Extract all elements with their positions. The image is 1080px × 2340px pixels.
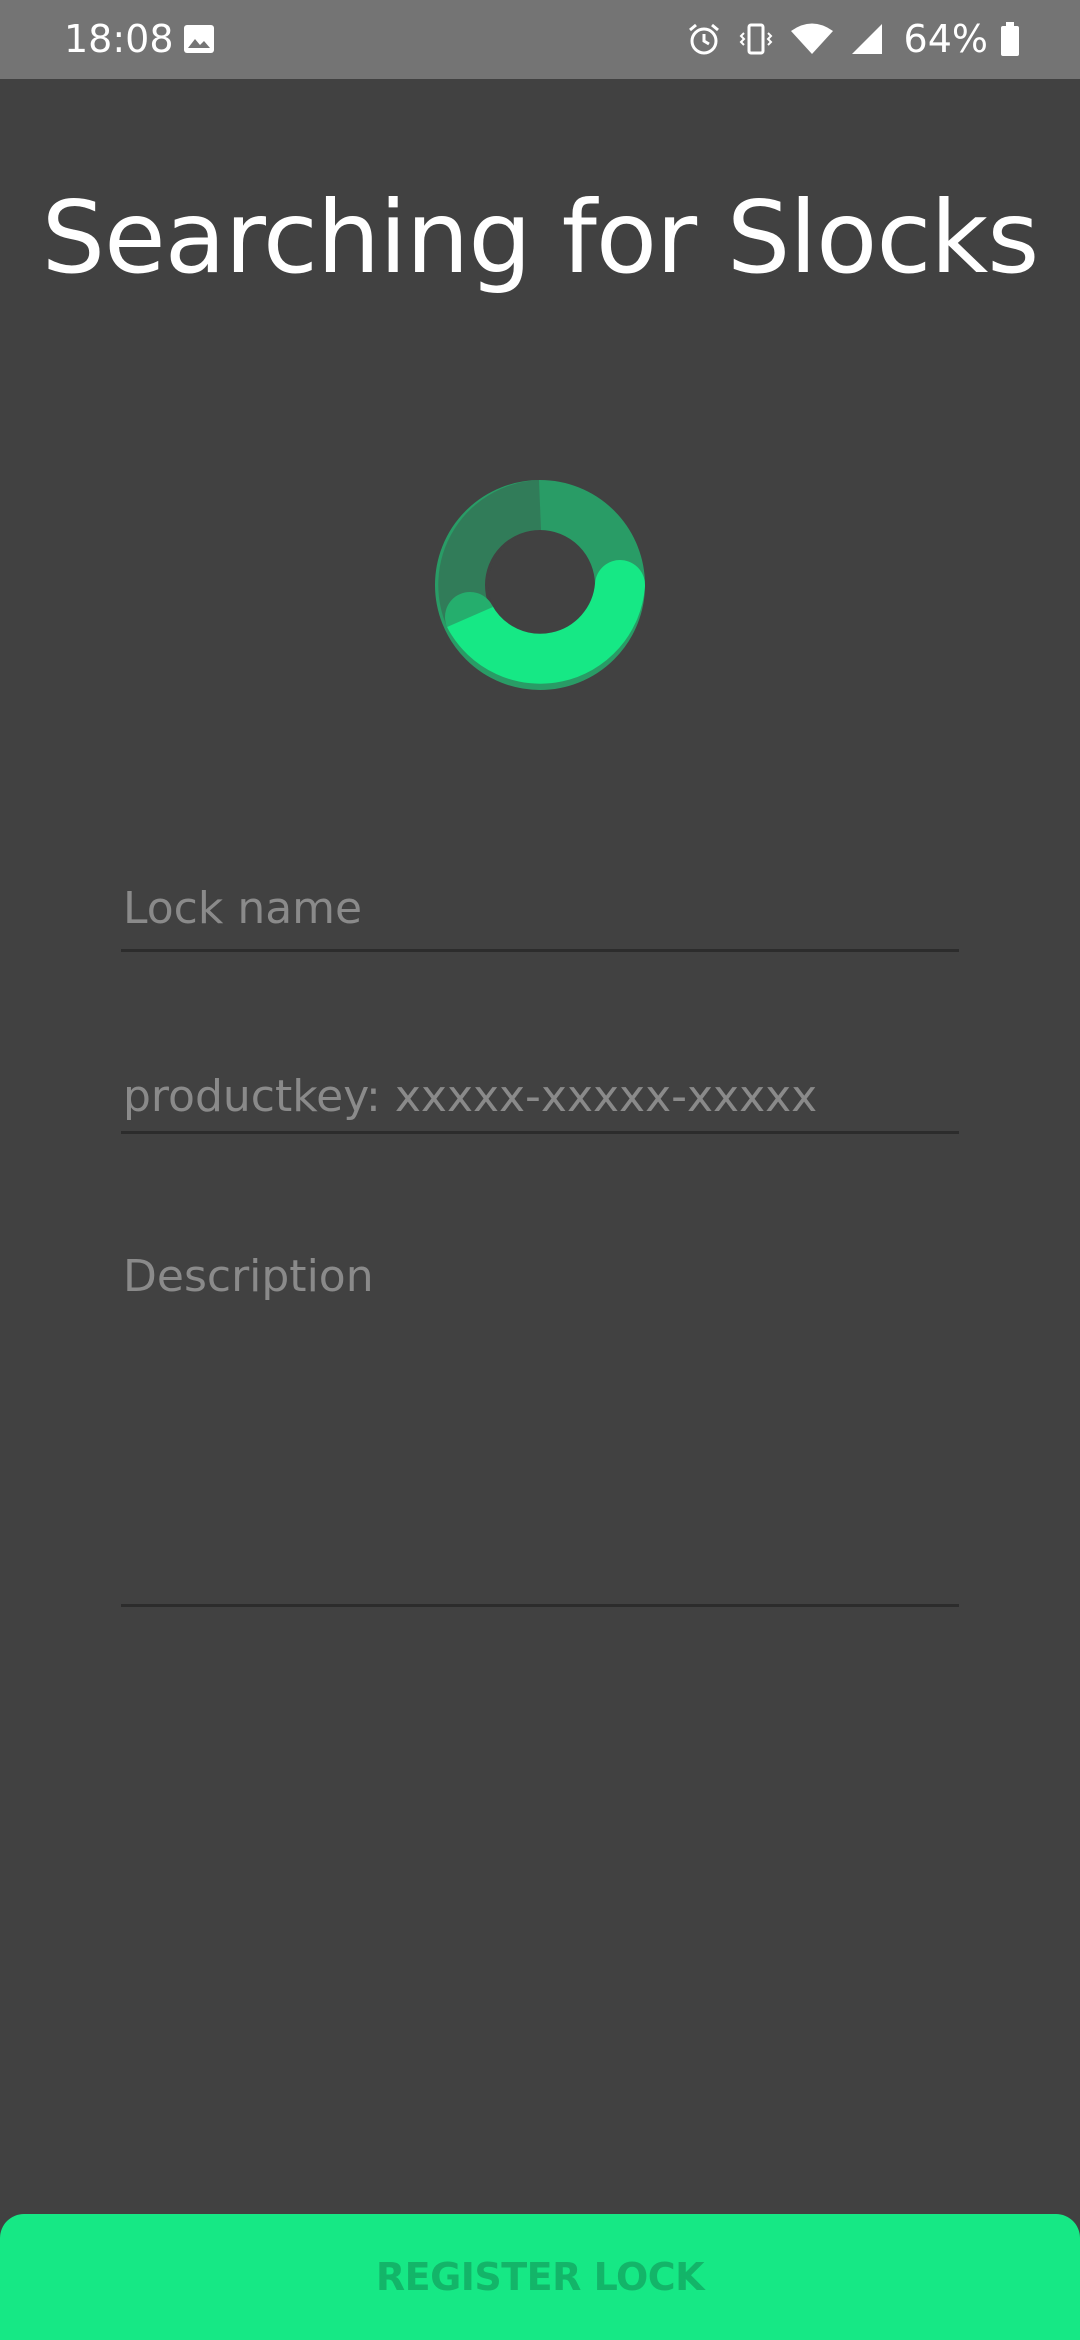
page-title: Searching for Slocks <box>41 179 1040 296</box>
register-lock-button[interactable]: REGISTER LOCK <box>0 2214 1080 2340</box>
lock-name-placeholder: Lock name <box>123 883 363 934</box>
description-placeholder: Description <box>123 1251 374 1302</box>
screen: 18:08 64% Searching for Slocks Lock name… <box>0 0 1080 2340</box>
battery-percent: 64% <box>903 17 988 61</box>
signal-icon <box>851 24 882 54</box>
alarm-icon <box>688 23 719 55</box>
product-key-field[interactable]: productkey: xxxxx-xxxxx-xxxxx <box>121 1050 959 1134</box>
battery-icon <box>1001 22 1019 56</box>
loading-spinner-icon <box>435 480 645 690</box>
status-time: 18:08 <box>64 17 174 61</box>
wifi-icon <box>790 23 833 54</box>
status-icons: 64% <box>670 16 1020 62</box>
lock-name-field[interactable]: Lock name <box>121 860 959 952</box>
description-field[interactable]: Description <box>121 1230 959 1607</box>
image-icon <box>184 25 214 53</box>
status-bar: 18:08 64% <box>0 0 1080 79</box>
product-key-placeholder: productkey: xxxxx-xxxxx-xxxxx <box>123 1071 818 1122</box>
vibrate-icon <box>739 23 772 55</box>
